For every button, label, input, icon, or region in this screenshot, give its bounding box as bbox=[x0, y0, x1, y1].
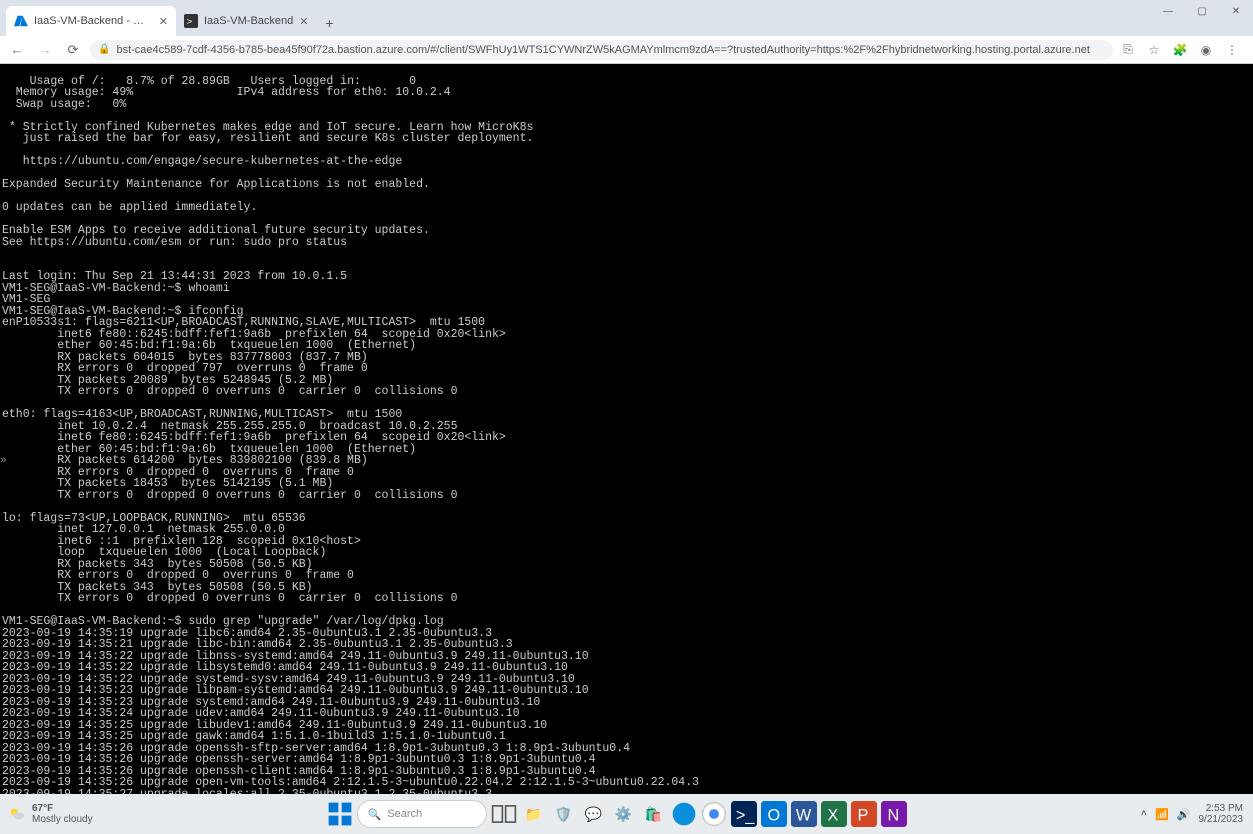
window-maximize-button[interactable]: ▢ bbox=[1185, 0, 1219, 22]
svg-text:N: N bbox=[887, 807, 899, 825]
tray-network-icon[interactable]: 📶 bbox=[1155, 808, 1169, 821]
taskbar-app-onenote[interactable]: N bbox=[881, 801, 907, 827]
new-tab-button[interactable]: + bbox=[316, 10, 342, 36]
taskbar-app-teams[interactable]: 💬 bbox=[581, 801, 607, 827]
terminal-output: Usage of /: 8.7% of 28.89GB Users logged… bbox=[2, 75, 706, 795]
nav-reload-button[interactable]: ⟳ bbox=[62, 39, 84, 61]
taskbar-app-store[interactable]: 🛍️ bbox=[641, 801, 667, 827]
azure-favicon-icon bbox=[14, 14, 28, 28]
lock-icon: 🔒 bbox=[98, 44, 110, 55]
browser-menu-icon[interactable]: ⋮ bbox=[1223, 41, 1241, 59]
search-placeholder: Search bbox=[387, 808, 422, 820]
taskbar-app-powerpoint[interactable]: P bbox=[851, 801, 877, 827]
extensions-puzzle-icon[interactable]: 🧩 bbox=[1171, 41, 1189, 59]
svg-text:>: > bbox=[187, 17, 193, 28]
terminal-viewport[interactable]: » Usage of /: 8.7% of 28.89GB Users logg… bbox=[0, 64, 1253, 794]
weather-desc: Mostly cloudy bbox=[32, 814, 93, 825]
taskbar-app-outlook[interactable]: O bbox=[761, 801, 787, 827]
browser-address-bar: ← → ⟳ 🔒 bst-cae4c589-7cdf-4356-b785-bea4… bbox=[0, 36, 1253, 64]
browser-tab-strip: — ▢ ✕ IaaS-VM-Backend - Microsoft A ✕ > … bbox=[0, 0, 1253, 36]
windows-taskbar: 67°F Mostly cloudy 🔍 Search 📁 🛡️ 💬 ⚙️ 🛍️… bbox=[0, 794, 1253, 834]
clock-date: 9/21/2023 bbox=[1199, 814, 1244, 825]
browser-tab-active[interactable]: IaaS-VM-Backend - Microsoft A ✕ bbox=[6, 6, 176, 36]
svg-text:X: X bbox=[827, 807, 838, 825]
share-icon[interactable]: ⎘ bbox=[1119, 41, 1137, 59]
taskbar-app-powershell[interactable]: >_ bbox=[731, 801, 757, 827]
svg-text:O: O bbox=[767, 807, 780, 825]
tab-close-icon[interactable]: ✕ bbox=[159, 15, 168, 28]
browser-tab-inactive[interactable]: > IaaS-VM-Backend ✕ bbox=[176, 6, 316, 36]
taskbar-systray: ˄ 📶 🔊 2:53 PM 9/21/2023 bbox=[1141, 803, 1253, 825]
taskbar-app-settings[interactable]: ⚙️ bbox=[611, 801, 637, 827]
weather-temp: 67°F bbox=[32, 803, 93, 814]
taskbar-search-input[interactable]: 🔍 Search bbox=[357, 800, 487, 828]
url-input[interactable]: 🔒 bst-cae4c589-7cdf-4356-b785-bea45f90f7… bbox=[90, 40, 1113, 60]
taskbar-app-explorer[interactable]: 📁 bbox=[521, 801, 547, 827]
search-icon: 🔍 bbox=[368, 808, 382, 821]
tab-title: IaaS-VM-Backend - Microsoft A bbox=[34, 15, 153, 27]
start-button[interactable] bbox=[327, 801, 353, 827]
window-close-button[interactable]: ✕ bbox=[1219, 0, 1253, 22]
taskbar-app-chrome[interactable] bbox=[701, 801, 727, 827]
weather-icon bbox=[8, 805, 26, 823]
taskbar-app-defender[interactable]: 🛡️ bbox=[551, 801, 577, 827]
bastion-expand-icon[interactable]: » bbox=[0, 456, 7, 467]
window-controls: — ▢ ✕ bbox=[1151, 0, 1253, 22]
nav-forward-button[interactable]: → bbox=[34, 39, 56, 61]
svg-text:P: P bbox=[857, 807, 868, 825]
profile-avatar-icon[interactable]: ◉ bbox=[1197, 41, 1215, 59]
taskbar-center: 🔍 Search 📁 🛡️ 💬 ⚙️ 🛍️ >_ O W X P N bbox=[93, 800, 1141, 828]
taskbar-app-word[interactable]: W bbox=[791, 801, 817, 827]
taskbar-app-excel[interactable]: X bbox=[821, 801, 847, 827]
taskbar-weather-widget[interactable]: 67°F Mostly cloudy bbox=[0, 803, 93, 825]
extension-tray: ⎘ ☆ 🧩 ◉ ⋮ bbox=[1119, 41, 1247, 59]
nav-back-button[interactable]: ← bbox=[6, 39, 28, 61]
svg-text:W: W bbox=[795, 807, 811, 825]
taskbar-clock[interactable]: 2:53 PM 9/21/2023 bbox=[1199, 803, 1244, 825]
tray-overflow-icon[interactable]: ˄ bbox=[1141, 808, 1147, 820]
svg-text:>_: >_ bbox=[735, 807, 754, 825]
taskbar-app-edge[interactable] bbox=[671, 801, 697, 827]
url-text: bst-cae4c589-7cdf-4356-b785-bea45f90f72a… bbox=[116, 44, 1089, 56]
tab-title: IaaS-VM-Backend bbox=[204, 15, 293, 27]
tab-close-icon[interactable]: ✕ bbox=[299, 15, 308, 28]
bookmark-star-icon[interactable]: ☆ bbox=[1145, 41, 1163, 59]
task-view-button[interactable] bbox=[491, 801, 517, 827]
tray-volume-icon[interactable]: 🔊 bbox=[1177, 808, 1191, 821]
terminal-favicon-icon: > bbox=[184, 14, 198, 28]
window-minimize-button[interactable]: — bbox=[1151, 0, 1185, 22]
clock-time: 2:53 PM bbox=[1199, 803, 1244, 814]
